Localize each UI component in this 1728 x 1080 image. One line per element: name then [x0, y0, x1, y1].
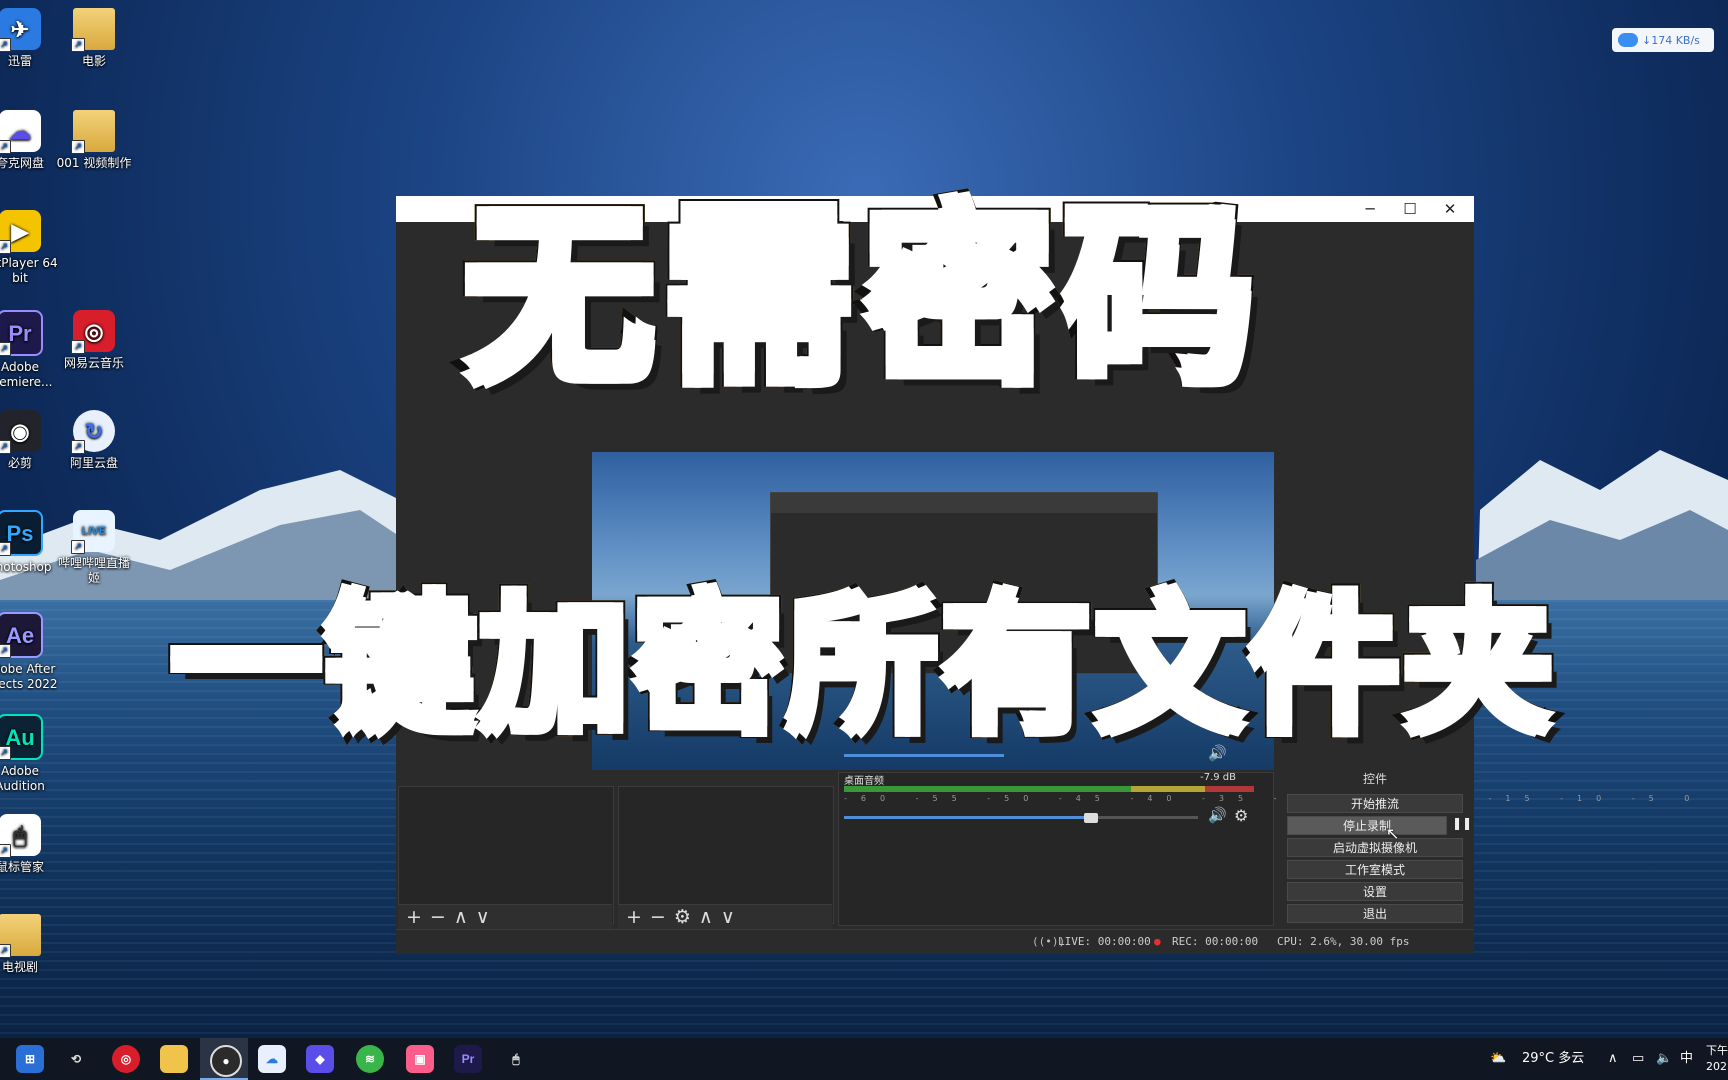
desktop-icon-xunlei[interactable]: ✈ ↗ 迅雷: [0, 8, 60, 69]
weather-icon[interactable]: ⛅: [1490, 1038, 1506, 1080]
quark-icon: ☁ ↗: [0, 110, 41, 154]
photoshop-icon: Ps ↗: [0, 510, 43, 556]
audio-level-meter: [844, 786, 1254, 792]
folder-icon: ↗: [71, 110, 115, 154]
desktop-icon-movies[interactable]: ↗ 电影: [54, 8, 134, 69]
quark-icon[interactable]: ◆: [306, 1045, 334, 1073]
overlay-subtitle: 一键加密所有文件夹: [164, 572, 1560, 760]
netease-music-icon[interactable]: ◎: [112, 1045, 140, 1073]
network-icon[interactable]: ▭: [1632, 1038, 1644, 1080]
bilibili-live-icon: LIVE ↗: [71, 510, 115, 554]
remove-icon[interactable]: −: [650, 906, 674, 928]
status-bar: ((•)) LIVE: 00:00:00 ● REC: 00:00:00 CPU…: [396, 929, 1474, 954]
stop-recording-button[interactable]: 停止录制: [1287, 816, 1447, 835]
meter-ticks: -60 -55 -50 -45 -40 -35 -30 -25 -20 -15 …: [844, 794, 1704, 803]
gear-icon[interactable]: ⚙: [674, 906, 699, 928]
speaker-icon[interactable]: 🔊: [1208, 806, 1227, 824]
start-virtual-camera-button[interactable]: 启动虚拟摄像机: [1287, 838, 1463, 857]
desktop-icon-tv-series[interactable]: ↗ 电视剧: [0, 914, 60, 975]
taskbar[interactable]: ⊞ ⟲ ◎ ● ☁ ◆ ≋ ▣ Pr 🖱 ⛅ 29°C 多云 ∧ ▭ 🔈 中 下…: [0, 1038, 1728, 1080]
gear-icon[interactable]: ⚙: [1234, 806, 1248, 825]
rec-dot-icon: ●: [1154, 935, 1161, 948]
bilibili-clip-icon[interactable]: ▣: [406, 1045, 434, 1073]
overlay-title: 无需密码: [456, 178, 1264, 415]
desktop-icon-video-folder[interactable]: ↗ 001 视频制作: [54, 110, 134, 171]
desktop-volume-slider-rest[interactable]: [1084, 816, 1198, 819]
audio-db-value: -7.9 dB: [1200, 772, 1236, 783]
move-down-icon[interactable]: ∨: [721, 906, 743, 928]
sources-toolbar[interactable]: +−⚙∧∨: [618, 904, 832, 929]
volume-slider-knob[interactable]: [1084, 813, 1098, 823]
xunlei-icon: ✈ ↗: [0, 8, 41, 52]
clock-time[interactable]: 下午: [1706, 1042, 1728, 1058]
exit-button[interactable]: 退出: [1287, 904, 1463, 923]
folder-icon: ↗: [0, 914, 41, 958]
baidu-netdisk-icon[interactable]: ☁: [258, 1045, 286, 1073]
mouse-manager-icon: 🖱 ↗: [0, 814, 41, 858]
mouse-cursor-icon: ↖: [1386, 824, 1400, 843]
live-timer: LIVE: 00:00:00: [1058, 935, 1151, 948]
settings-button[interactable]: 设置: [1287, 882, 1463, 901]
mouse-manager-icon[interactable]: 🖱: [502, 1045, 530, 1073]
scenes-toolbar[interactable]: +−∧∨: [398, 904, 612, 929]
network-speed-widget[interactable]: ↓174 KB/s: [1612, 28, 1714, 52]
ime-indicator[interactable]: 中: [1680, 1038, 1693, 1080]
desktop-icon-mouse-manager[interactable]: 🖱 ↗ 鼠标管家: [0, 814, 60, 875]
move-up-icon[interactable]: ∧: [454, 906, 476, 928]
clock-date[interactable]: 202: [1706, 1060, 1727, 1073]
desktop-switch-icon[interactable]: ⟲: [62, 1045, 90, 1073]
start-streaming-button[interactable]: 开始推流: [1287, 794, 1463, 813]
folder-icon: ↗: [71, 8, 115, 52]
desktop-icon-quark[interactable]: ☁ ↗ 夸克网盘: [0, 110, 60, 171]
audio-source-label: 桌面音频: [844, 776, 884, 787]
cpu-fps: CPU: 2.6%, 30.00 fps: [1277, 935, 1410, 948]
studio-mode-button[interactable]: 工作室模式: [1287, 860, 1463, 879]
cloud-icon: [1618, 33, 1638, 47]
obs-icon[interactable]: ●: [210, 1045, 242, 1077]
controls-header: 控件: [1362, 772, 1387, 786]
network-speed-text: ↓174 KB/s: [1642, 33, 1700, 47]
file-explorer-icon[interactable]: [160, 1045, 188, 1073]
premiere-icon[interactable]: Pr: [454, 1045, 482, 1073]
move-down-icon[interactable]: ∨: [476, 906, 498, 928]
add-icon[interactable]: +: [406, 906, 430, 928]
start-icon[interactable]: ⊞: [16, 1045, 44, 1073]
green-app-icon[interactable]: ≋: [356, 1045, 384, 1073]
add-icon[interactable]: +: [626, 906, 650, 928]
rec-timer: REC: 00:00:00: [1172, 935, 1259, 948]
weather-text[interactable]: 29°C 多云: [1522, 1038, 1584, 1080]
move-up-icon[interactable]: ∧: [699, 906, 721, 928]
pause-recording-icon[interactable]: ❚❚: [1452, 816, 1472, 830]
remove-icon[interactable]: −: [430, 906, 454, 928]
volume-icon[interactable]: 🔈: [1656, 1038, 1672, 1080]
tray-expand-icon[interactable]: ∧: [1608, 1038, 1618, 1080]
desktop-volume-slider-fill[interactable]: [844, 816, 1084, 819]
